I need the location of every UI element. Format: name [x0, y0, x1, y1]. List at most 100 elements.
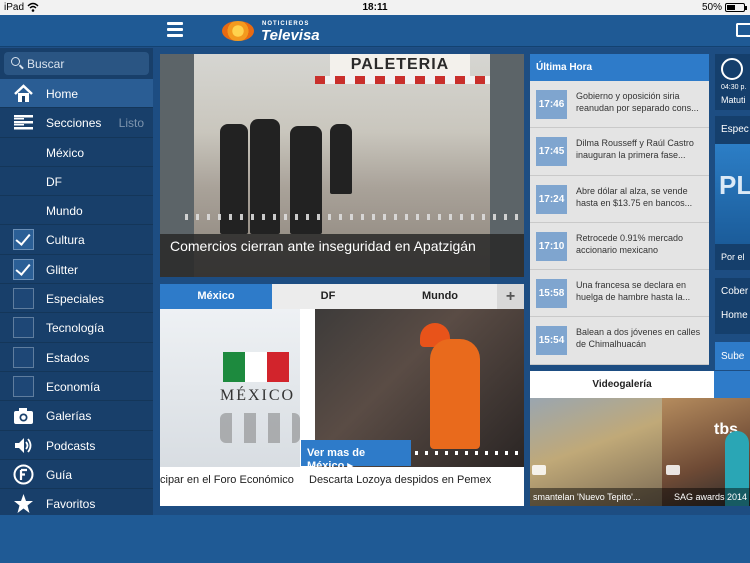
- speaker-icon: [13, 435, 34, 456]
- tab-df[interactable]: DF: [272, 284, 384, 309]
- sidebar-item-label: Secciones: [46, 116, 102, 131]
- ultima-hora-item[interactable]: 17:24 Abre dólar al alza, se vende hasta …: [530, 176, 709, 223]
- hero-page-dots[interactable]: [185, 214, 524, 220]
- checkbox[interactable]: [13, 375, 34, 397]
- sidebar-item-mundo[interactable]: Mundo: [0, 196, 153, 226]
- sections-icon: [13, 112, 34, 133]
- sidebar-item-cultura[interactable]: Cultura: [0, 225, 153, 255]
- checkbox-checked[interactable]: [13, 258, 34, 280]
- live-show-name: Matuti: [721, 95, 746, 105]
- battery-percent: 50%: [701, 2, 722, 13]
- sidebar-item-label: Cultura: [46, 233, 85, 248]
- news-time-badge: 17:10: [536, 231, 567, 261]
- ultima-hora-title: Última Hora: [530, 54, 709, 81]
- tab-mexico[interactable]: México: [160, 284, 272, 314]
- right-column: 04:30 p. Matuti Espec PL Por el Cober Ho…: [715, 54, 750, 514]
- news-headline-right[interactable]: Descarta Lozoya despidos en Pemex: [309, 474, 491, 486]
- section-tabs: México DF Mundo +: [160, 284, 524, 314]
- battery-icon: [725, 3, 747, 12]
- guide-icon: [13, 464, 34, 485]
- logo-sun-icon: [222, 21, 254, 41]
- sidebar-item-home[interactable]: Home: [0, 79, 153, 109]
- search-input[interactable]: Buscar: [4, 52, 149, 75]
- ultima-hora-item[interactable]: 17:46 Gobierno y oposición siria reanudan…: [530, 81, 709, 129]
- sidebar-item-glitter[interactable]: Glitter: [0, 255, 153, 285]
- section-news-box: México DF Mundo + MÉXICO Ver mas de Méxi…: [160, 284, 524, 506]
- home-icon: [13, 83, 34, 104]
- main-content: PALETERIA Comercios cierran ante insegur…: [153, 48, 750, 515]
- news-page-dots[interactable]: [415, 451, 520, 455]
- sidebar-item-label: Guía: [46, 467, 73, 482]
- sidebar-item-label: Estados: [46, 350, 90, 365]
- news-time-badge: 15:54: [536, 326, 567, 356]
- video-camera-icon: [532, 465, 546, 475]
- live-show-card[interactable]: 04:30 p. Matuti: [715, 54, 750, 110]
- sidebar-item-mexico[interactable]: México: [0, 138, 153, 167]
- checkbox-checked[interactable]: [13, 229, 34, 251]
- news-time-badge: 15:58: [536, 279, 567, 309]
- status-bar: iPad 18:11 50%: [0, 0, 750, 15]
- hero-caption: Comercios cierran ante inseguridad en Ap…: [160, 234, 524, 277]
- plane-windows: [220, 413, 300, 443]
- sidebar-item-guia[interactable]: Guía: [0, 460, 153, 490]
- ultima-hora-item[interactable]: 15:58 Una francesa se declara en huelga d…: [530, 270, 709, 318]
- news-item-text: Dilma Rousseff y Raúl Castro inauguran l…: [576, 138, 694, 161]
- hero-story[interactable]: PALETERIA Comercios cierran ante insegur…: [160, 54, 524, 277]
- cobertura-card[interactable]: Cober Home: [715, 278, 750, 334]
- guide-icon: [721, 58, 743, 80]
- ultima-hora-list: 17:46 Gobierno y oposición siria reanudan…: [530, 81, 709, 365]
- sidebar-item-podcasts[interactable]: Podcasts: [0, 431, 153, 460]
- sidebar-item-label: México: [46, 145, 85, 160]
- sidebar-item-label: Glitter: [46, 262, 79, 277]
- search-icon: [11, 57, 20, 66]
- checkbox[interactable]: [13, 317, 34, 339]
- videogaleria-title: Videogalería: [530, 371, 714, 398]
- sidebar: Buscar Home Secciones Listo México DF Mundo Cu…: [0, 48, 153, 519]
- logo-big-text: Televisa: [261, 27, 320, 44]
- news-item-text: Una francesa se declara en huelga de ham…: [576, 280, 691, 303]
- checkbox[interactable]: [13, 346, 34, 368]
- sidebar-item-secciones[interactable]: Secciones Listo: [0, 108, 153, 138]
- status-time: 18:11: [362, 2, 388, 13]
- sidebar-item-label: Favoritos: [46, 497, 96, 512]
- sidebar-item-df[interactable]: DF: [0, 167, 153, 197]
- ultima-hora-item[interactable]: 15:54 Balean a dos jóvenes en calles de C…: [530, 317, 709, 365]
- cobertura-home: Home: [721, 310, 748, 321]
- sidebar-item-galerias[interactable]: Galerías: [0, 401, 153, 431]
- news-item-text: Retrocede 0.91% mercado accionario mexic…: [576, 232, 684, 255]
- sidebar-item-especiales[interactable]: Especiales: [0, 284, 153, 314]
- edit-done-button[interactable]: Listo: [119, 116, 144, 130]
- news-photo-plane[interactable]: MÉXICO: [160, 309, 300, 467]
- ultima-hora-item[interactable]: 17:10 Retrocede 0.91% mercado accionario …: [530, 223, 709, 271]
- checkbox[interactable]: [13, 288, 34, 310]
- sidebar-item-economia[interactable]: Economía: [0, 372, 153, 402]
- sidebar-item-label: Economía: [46, 379, 101, 394]
- top-header: NOTICIEROS Televisa: [0, 15, 750, 47]
- subscribe-button[interactable]: Sube: [715, 342, 750, 370]
- sidebar-item-label: Podcasts: [46, 438, 96, 453]
- especiales-caption: Por el: [721, 252, 745, 262]
- search-placeholder: Buscar: [27, 57, 65, 71]
- news-headline-left[interactable]: cipar en el Foro Económico: [160, 474, 294, 486]
- see-more-button[interactable]: Ver mas de México ▸: [301, 440, 411, 472]
- camera-icon: [13, 405, 34, 426]
- sidebar-item-estados[interactable]: Estados: [0, 343, 153, 372]
- ultima-hora-item[interactable]: 17:45 Dilma Rousseff y Raúl Castro inaugu…: [530, 128, 709, 176]
- especiales-card[interactable]: Espec PL Por el: [715, 116, 750, 270]
- especiales-image-text: PL: [719, 170, 750, 200]
- cobertura-label: Cober: [721, 286, 749, 297]
- add-tab-button[interactable]: +: [497, 284, 524, 309]
- menu-button[interactable]: [167, 22, 183, 38]
- ultima-hora-panel: Última Hora 17:46 Gobierno y oposición si…: [530, 54, 709, 365]
- tab-mundo[interactable]: Mundo: [384, 284, 496, 309]
- video-camera-icon: [666, 465, 680, 475]
- sidebar-item-label: Home: [46, 87, 79, 101]
- plane-text: MÉXICO: [220, 387, 296, 404]
- share-icon[interactable]: [736, 23, 750, 37]
- mexico-flag: [223, 352, 289, 382]
- sidebar-item-tecnologia[interactable]: Tecnología: [0, 313, 153, 343]
- news-time-badge: 17:24: [536, 184, 567, 214]
- news-item-text: Balean a dos jóvenes en calles de Chimal…: [576, 327, 701, 350]
- hero-photo-sign: PALETERIA: [330, 54, 470, 76]
- televisa-logo: NOTICIEROS Televisa: [222, 19, 332, 44]
